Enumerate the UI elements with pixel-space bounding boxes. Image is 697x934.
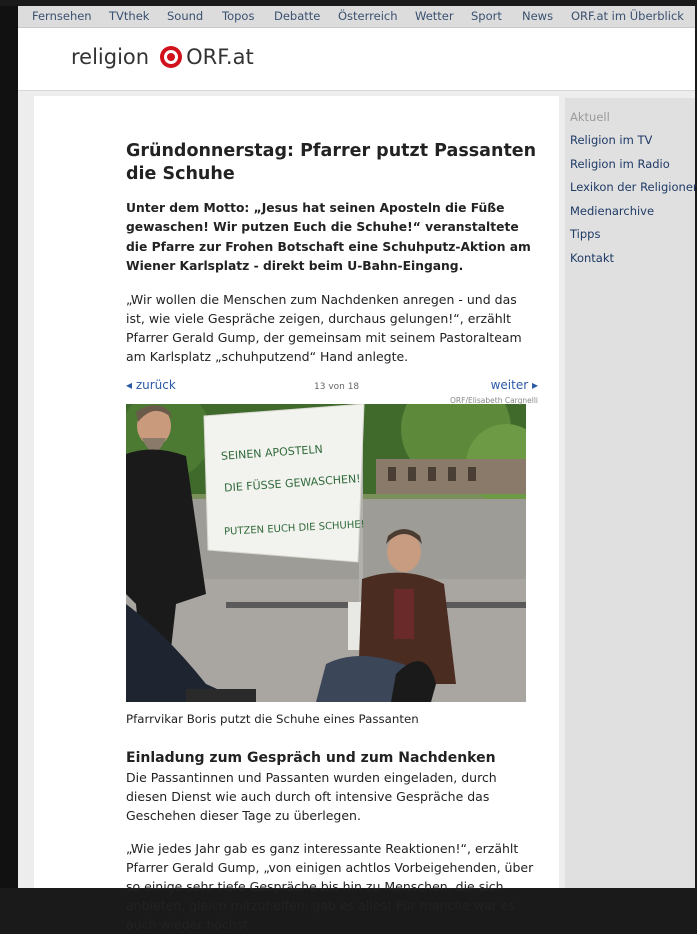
gallery-photo[interactable]: SEINEN APOSTELN DIE FÜSSE GEWASCHEN! PUT… <box>126 404 526 703</box>
topnav-item-sound[interactable]: Sound <box>167 9 203 23</box>
section-name: religion <box>71 45 150 69</box>
main-content: Gründonnerstag: Pfarrer putzt Passanten … <box>34 96 559 932</box>
gallery-counter: 13 von 18 <box>314 382 360 393</box>
photo-credit: ORF/Elisabeth Cargnelli <box>450 396 538 406</box>
photo-caption: Pfarrvikar Boris putzt die Schuhe eines … <box>126 712 419 727</box>
orf-target-icon <box>160 46 183 68</box>
article: Gründonnerstag: Pfarrer putzt Passanten … <box>126 140 538 934</box>
sidebar-item-lexikon[interactable]: Lexikon der Religionen <box>570 180 697 194</box>
article-paragraph: „Wie jedes Jahr gab es ganz interessante… <box>126 841 534 933</box>
sidebar-item-aktuell[interactable]: Aktuell <box>570 110 610 124</box>
article-subheading: Einladung zum Gespräch und zum Nachdenke… <box>126 750 496 767</box>
topnav-item-topos[interactable]: Topos <box>222 9 254 23</box>
orf-logo: ORF.at <box>159 45 254 69</box>
topnav-item-wetter[interactable]: Wetter <box>415 9 454 23</box>
topnav-item-debatte[interactable]: Debatte <box>274 9 320 23</box>
topnav-item-orf-ueberblick[interactable]: ORF.at im Überblick <box>571 9 684 23</box>
sidebar-item-medienarchive[interactable]: Medienarchive <box>570 204 654 218</box>
browser-page: Fernsehen TVthek Sound Topos Debatte Öst… <box>18 6 697 932</box>
sidebar-item-tipps[interactable]: Tipps <box>570 227 600 241</box>
topnav-item-oesterreich[interactable]: Österreich <box>338 9 398 23</box>
sidebar-item-religion-im-radio[interactable]: Religion im Radio <box>570 157 670 171</box>
article-paragraph: „Wir wollen die Menschen zum Nachdenken … <box>126 292 522 365</box>
site-logo[interactable]: religion ORF.at <box>71 45 254 69</box>
gallery-prev-link[interactable]: ◂ zurück <box>126 376 176 395</box>
topnav-item-tvthek[interactable]: TVthek <box>109 9 149 23</box>
article-lead: Unter dem Motto: „Jesus hat seinen Apost… <box>126 201 531 273</box>
sidebar-item-kontakt[interactable]: Kontakt <box>570 251 614 265</box>
window-edge <box>0 6 18 888</box>
logo-text: ORF.at <box>186 45 254 69</box>
topnav-item-news[interactable]: News <box>522 9 553 23</box>
site-header: religion ORF.at <box>18 28 695 91</box>
sidebar-navigation: Aktuell Religion im TV Religion im Radio… <box>565 98 697 888</box>
topnav-item-sport[interactable]: Sport <box>471 9 502 23</box>
article-title: Gründonnerstag: Pfarrer putzt Passanten … <box>126 141 537 184</box>
article-paragraph: Die Passantinnen und Passanten wurden ei… <box>126 770 497 824</box>
top-navigation: Fernsehen TVthek Sound Topos Debatte Öst… <box>18 6 695 28</box>
topnav-item-fernsehen[interactable]: Fernsehen <box>32 9 92 23</box>
gallery-navigation: ◂ zurück 13 von 18 weiter ▸ ORF/Elisabet… <box>126 376 538 405</box>
sidebar-item-religion-im-tv[interactable]: Religion im TV <box>570 133 652 147</box>
